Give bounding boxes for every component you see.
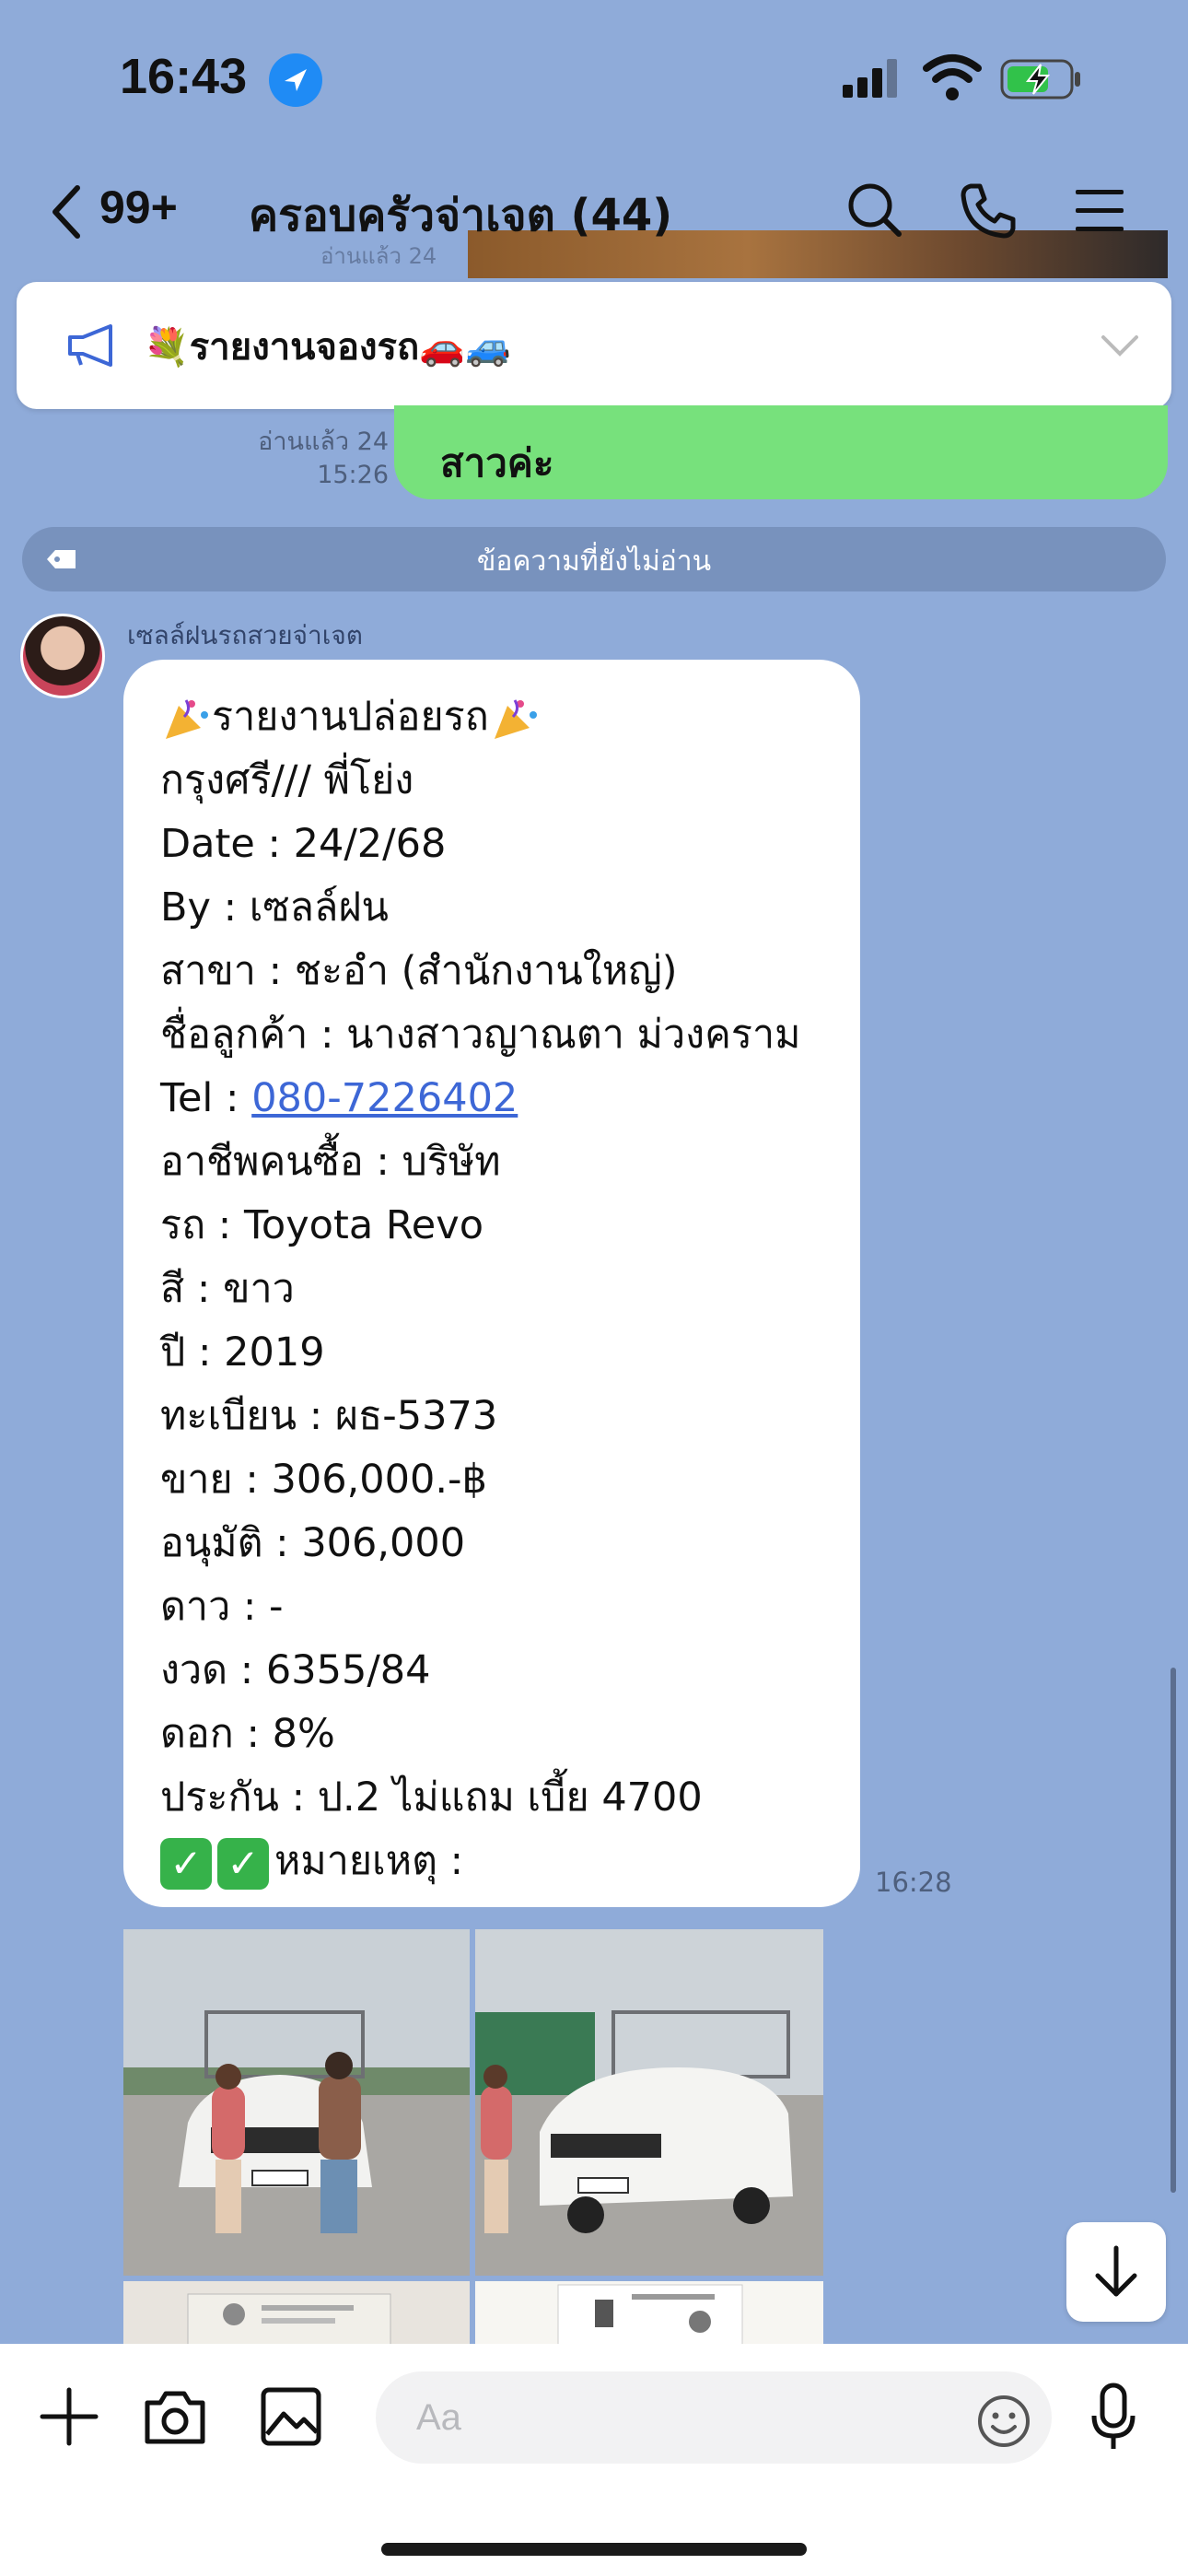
search-icon[interactable] xyxy=(845,181,904,240)
unread-label: ข้อความที่ยังไม่อ่าน xyxy=(476,545,712,578)
menu-icon[interactable] xyxy=(1074,186,1125,234)
wifi-icon xyxy=(923,53,982,101)
phone-number-link[interactable]: 080-7226402 xyxy=(251,1075,518,1121)
pinned-announcement[interactable]: 💐รายงานจองรถ🚗🚙 xyxy=(17,282,1171,409)
message-line-tel: Tel : 080-7226402 xyxy=(160,1067,800,1130)
photo-car-delivery-1[interactable] xyxy=(123,1929,470,2276)
message-line-price: ขาย : 306,000.-฿ xyxy=(160,1457,487,1503)
check-mark-icon: ✓ xyxy=(217,1837,269,1890)
unread-divider: ข้อความที่ยังไม่อ่าน xyxy=(22,527,1166,591)
status-time: 16:43 xyxy=(120,49,248,104)
pinned-text: 💐รายงานจองรถ🚗🚙 xyxy=(144,326,511,369)
message-line-color: สี : ขาว xyxy=(160,1266,295,1312)
photo-id-card-1[interactable] xyxy=(123,2281,470,2346)
message-line-installment: งวด : 6355/84 xyxy=(160,1647,431,1693)
home-indicator xyxy=(381,2543,807,2556)
message-time: 15:26 xyxy=(317,461,389,489)
microphone-icon[interactable] xyxy=(1090,2383,1136,2453)
photo-car-delivery-2[interactable] xyxy=(475,1929,823,2276)
read-receipt: อ่านแล้ว 24 15:26 xyxy=(221,426,389,492)
message-line-approved: อนุมัติ : 306,000 xyxy=(160,1520,466,1566)
message-text: สาวค่ะ xyxy=(440,440,554,486)
message-line-by: By : เซลล์ฝน xyxy=(160,884,389,931)
message-line-note: ✓ ✓ หมายเหตุ : xyxy=(160,1830,800,1893)
message-time: 16:28 xyxy=(875,1867,952,1898)
emoji-icon[interactable] xyxy=(976,2394,1031,2449)
photo-id-card-2[interactable] xyxy=(475,2281,823,2346)
back-button[interactable] xyxy=(48,182,85,241)
scroll-to-bottom-button[interactable] xyxy=(1066,2222,1166,2322)
megaphone-icon xyxy=(64,322,125,369)
tel-label: Tel : xyxy=(160,1075,252,1121)
message-line-year: ปี : 2019 xyxy=(160,1329,325,1376)
party-popper-icon xyxy=(494,698,537,739)
battery-charging-icon xyxy=(1000,57,1081,101)
gallery-icon[interactable] xyxy=(260,2386,322,2447)
unread-count[interactable]: 99+ xyxy=(99,181,178,234)
camera-icon[interactable] xyxy=(142,2388,208,2447)
message-line-plate: ทะเบียน : ผธ-5373 xyxy=(160,1393,498,1439)
phone-call-icon[interactable] xyxy=(958,181,1019,241)
message-line-bank: กรุงศรี/// พี่โย่ง xyxy=(160,757,414,803)
note-label: หมายเหตุ : xyxy=(274,1838,464,1884)
party-popper-icon xyxy=(166,698,208,739)
message-line-interest: ดอก : 8% xyxy=(160,1711,335,1757)
chat-title[interactable]: ครอบครัวจ่าเจต (44) xyxy=(249,181,672,251)
location-arrow-icon xyxy=(269,53,322,107)
chevron-down-icon[interactable] xyxy=(1100,332,1140,359)
message-line-occupation: อาชีพคนซื้อ : บริษัท xyxy=(160,1139,501,1185)
message-title: รายงานปล่อยรถ xyxy=(212,694,489,740)
message-line-branch: สาขา : ชะอำ (สำนักงานใหญ่) xyxy=(160,948,678,994)
message-composer xyxy=(0,2344,1188,2576)
message-line-insurance: ประกัน : ป.2 ไม่แถม เบี้ย 4700 xyxy=(160,1774,703,1821)
sender-name: เซลล์ฝนรถสวยจ่าเจต xyxy=(127,620,363,650)
check-mark-icon: ✓ xyxy=(160,1837,212,1890)
message-line-customer: ชื่อลูกค้า : นางสาวญาณตา ม่วงคราม xyxy=(160,1012,801,1058)
message-input[interactable] xyxy=(376,2371,1052,2464)
read-status: อ่านแล้ว 24 xyxy=(258,427,389,456)
scrollbar[interactable] xyxy=(1171,1668,1176,2193)
message-line-car: รถ : Toyota Revo xyxy=(160,1202,484,1248)
message-line-date: Date : 24/2/68 xyxy=(160,821,447,867)
message-title-line: รายงานปล่อยรถ xyxy=(160,685,800,749)
own-message-bubble[interactable]: สาวค่ะ xyxy=(394,405,1168,499)
plus-icon[interactable] xyxy=(39,2386,99,2447)
cellular-signal-icon xyxy=(843,59,900,98)
sender-avatar[interactable] xyxy=(20,614,105,698)
message-line-down: ดาว : - xyxy=(160,1584,284,1630)
incoming-message-bubble[interactable]: รายงานปล่อยรถ กรุงศรี/// พี่โย่ง Date : … xyxy=(123,660,860,1907)
